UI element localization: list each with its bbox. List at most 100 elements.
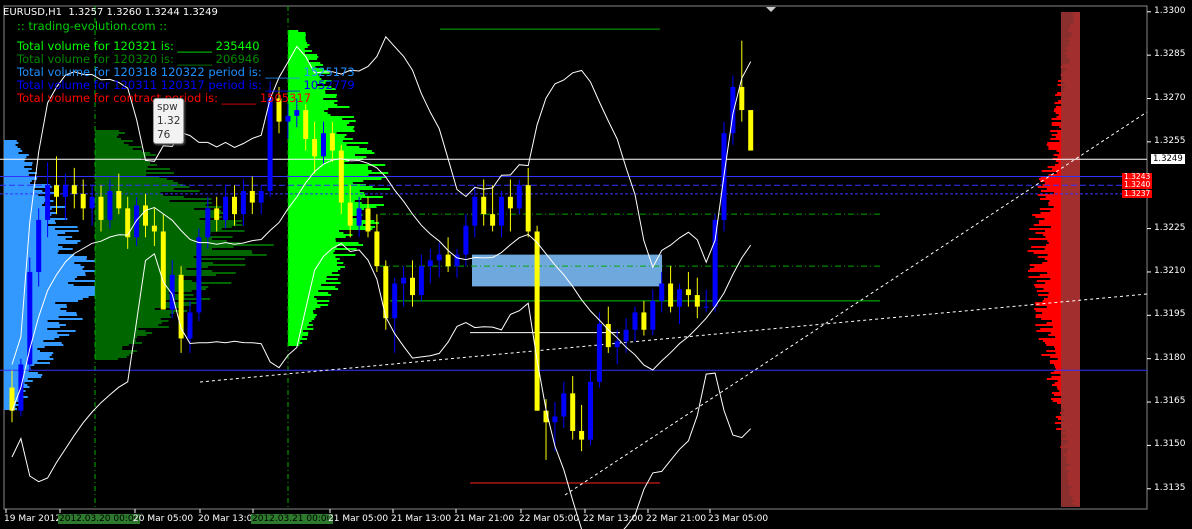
profile-bar	[4, 380, 33, 382]
profile-bar	[4, 294, 95, 296]
profile-bar	[4, 238, 66, 240]
profile-bar	[95, 162, 151, 164]
profile-bar	[4, 268, 83, 270]
profile-bar	[95, 254, 267, 256]
profile-bar	[95, 180, 174, 182]
profile-bar	[4, 288, 99, 290]
time-tick-label: 22 Mar 21:00	[646, 514, 707, 524]
candle-body	[312, 138, 318, 157]
price-tick-label: 1.3180	[1154, 352, 1186, 363]
price-tick-label: 1.3270	[1154, 92, 1186, 103]
candle-body	[534, 231, 540, 411]
profile-bar	[95, 264, 246, 266]
profile-bar	[95, 140, 133, 142]
profile-bar	[288, 232, 344, 234]
profile-bar	[4, 378, 28, 380]
profile-bar	[4, 150, 23, 152]
profile-bar	[288, 308, 316, 310]
profile-bar	[288, 128, 354, 130]
time-tick-label: 2012.03.21 00:00	[251, 514, 334, 524]
profile-bar	[4, 324, 66, 326]
profile-bar	[4, 266, 85, 268]
profile-bar	[288, 60, 309, 62]
profile-bar	[95, 314, 170, 316]
volume-line-120320: Total volume for 120320 is: ______ 20694…	[17, 52, 260, 66]
profile-bar	[4, 178, 37, 180]
profile-bar	[95, 320, 169, 322]
profile-bar	[95, 316, 172, 318]
price-tick-label: 1.3165	[1154, 396, 1186, 407]
profile-bar	[288, 280, 326, 282]
profile-bar	[4, 140, 17, 142]
profile-bar	[288, 304, 329, 306]
price-tick-label: 1.3285	[1154, 49, 1186, 60]
profile-bar	[95, 288, 207, 290]
profile-bar	[288, 116, 354, 118]
profile-bar	[288, 314, 317, 316]
profile-bar	[95, 202, 212, 204]
profile-bar	[95, 260, 202, 262]
profile-bar	[4, 356, 50, 358]
profile-bar	[288, 44, 310, 46]
candle-body	[214, 208, 220, 220]
profile-bar	[95, 290, 192, 292]
profile-bar	[288, 134, 347, 136]
profile-bar	[95, 144, 129, 146]
profile-bar	[95, 154, 156, 156]
candle-body	[561, 393, 567, 417]
profile-bar	[95, 142, 124, 144]
profile-bar	[4, 270, 103, 272]
profile-bar	[288, 312, 314, 314]
level-price-tag: 1.3237	[1122, 188, 1153, 198]
candle-body	[89, 196, 95, 209]
profile-bar	[95, 334, 147, 336]
profile-bar	[95, 310, 188, 312]
profile-bar	[288, 126, 355, 128]
profile-bar	[95, 130, 120, 132]
profile-bar	[288, 162, 345, 164]
candle-body	[472, 196, 478, 226]
profile-bar	[4, 272, 86, 274]
profile-bar	[4, 314, 78, 316]
price-tick-label: 1.3195	[1154, 309, 1186, 320]
profile-bar	[4, 156, 27, 158]
candle-body	[303, 110, 309, 139]
symbol-label: EURUSD,H1	[3, 7, 63, 18]
profile-bar	[95, 134, 119, 136]
profile-bar	[288, 48, 305, 50]
profile-bar	[95, 188, 174, 190]
candle-body	[596, 323, 602, 382]
profile-bar	[288, 148, 368, 150]
profile-bar	[4, 366, 31, 368]
profile-bar	[95, 324, 159, 326]
chart-window[interactable]: EURUSD,H1 1.3257 1.3260 1.3244 1.3249 ::…	[0, 0, 1192, 529]
candle-body	[525, 185, 531, 232]
profile-bar	[288, 42, 308, 44]
candle-body	[632, 312, 638, 330]
candle-body	[570, 393, 576, 431]
profile-bar	[95, 258, 245, 260]
profile-bar	[95, 342, 143, 344]
profile-bar	[4, 144, 16, 146]
profile-bar	[4, 196, 45, 198]
profile-bar	[288, 268, 341, 270]
profile-bar	[4, 174, 29, 176]
profile-bar	[4, 276, 78, 278]
profile-bar	[288, 172, 389, 174]
profile-bar	[288, 212, 358, 214]
candle-body	[223, 196, 229, 220]
candle-body	[80, 193, 86, 209]
profile-bar	[288, 262, 344, 264]
profile-bar	[288, 320, 312, 322]
profile-bar	[288, 254, 356, 256]
profile-bar	[288, 292, 329, 294]
profile-bar	[95, 336, 138, 338]
profile-bar	[288, 302, 318, 304]
candle-body	[205, 208, 211, 238]
profile-bar	[288, 258, 340, 260]
profile-bar	[288, 290, 319, 292]
candle-body	[107, 191, 113, 220]
candle-body	[463, 225, 469, 255]
profile-bar	[95, 234, 208, 236]
candle-body	[623, 329, 629, 342]
